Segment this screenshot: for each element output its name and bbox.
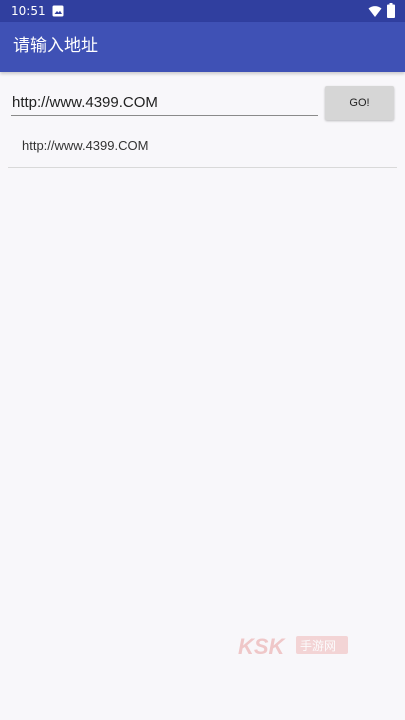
history-item[interactable]: http://www.4399.COM: [8, 125, 397, 168]
app-toolbar: 请输入地址: [0, 22, 405, 72]
status-time: 10:51: [11, 4, 46, 18]
go-button[interactable]: GO!: [325, 86, 394, 120]
status-bar: 10:51: [0, 0, 405, 22]
history-item-label: http://www.4399.COM: [22, 138, 149, 153]
watermark-logo: KSK 手游网: [238, 634, 348, 659]
url-input[interactable]: [11, 89, 318, 116]
image-icon: [52, 5, 64, 17]
wifi-icon: [368, 6, 382, 17]
watermark-subtext: 手游网: [300, 639, 336, 653]
watermark-text: KSK: [238, 634, 287, 659]
history-list: http://www.4399.COM: [8, 125, 397, 168]
toolbar-title: 请输入地址: [13, 36, 98, 56]
battery-icon: [387, 3, 395, 18]
